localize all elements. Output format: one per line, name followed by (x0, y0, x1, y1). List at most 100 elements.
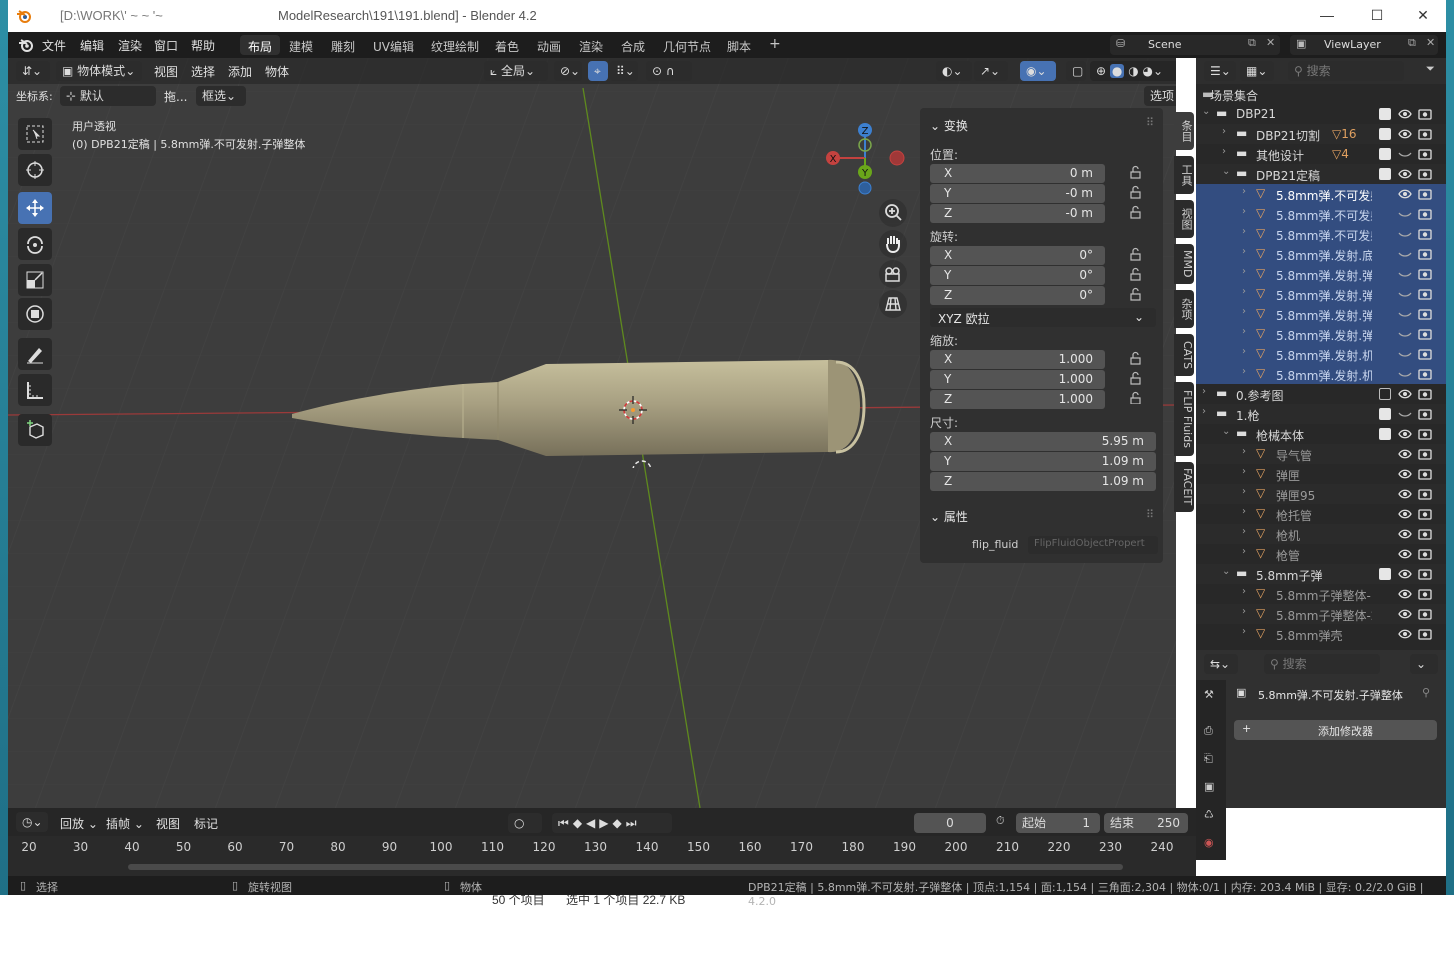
location-z-field[interactable]: Z -0 m (930, 204, 1105, 223)
tab-mmd[interactable]: MMD (1174, 244, 1194, 284)
navigation-gizmo[interactable]: Z X Y (820, 118, 910, 198)
render-camera-icon[interactable] (1418, 147, 1432, 161)
outliner-object-row[interactable]: › ▽ 5.8mm子弹整体-2 (1196, 604, 1446, 624)
expand-arrow-icon[interactable]: › (1242, 286, 1246, 297)
select-box-tool[interactable] (18, 118, 52, 150)
menu-help[interactable]: 帮助 (191, 37, 215, 54)
marker-menu[interactable]: 标记 (194, 815, 218, 832)
current-frame-field[interactable]: 0 (914, 813, 986, 833)
exclude-checkbox[interactable] (1379, 108, 1391, 120)
tab-modeling[interactable]: 建模 (281, 35, 321, 55)
coord-system-selector[interactable]: ⊹ 默认 (60, 86, 156, 106)
render-camera-icon[interactable] (1418, 287, 1432, 301)
view-menu[interactable]: 视图 (156, 815, 180, 832)
properties-options-button[interactable]: ⌄ (1410, 654, 1438, 674)
remove-view-layer-icon[interactable]: ✕ (1426, 36, 1435, 49)
location-x-field[interactable]: X0 m (930, 164, 1105, 183)
scale-y-field[interactable]: Y 1.000 (930, 370, 1105, 389)
pivot-point-selector[interactable]: ⊘⌄ (554, 61, 582, 81)
outliner-object-row[interactable]: › ▽ 5.8mm弹.发射.底火 (1196, 244, 1446, 264)
exclude-checkbox[interactable] (1379, 408, 1391, 420)
eye-closed-icon[interactable] (1398, 207, 1412, 221)
expand-arrow-icon[interactable]: › (1242, 186, 1246, 197)
outliner-object-row[interactable]: › ▽ 5.8mm弹.发射.弹壳. (1196, 264, 1446, 284)
tab-tool[interactable]: 工具 (1174, 156, 1194, 194)
render-camera-icon[interactable] (1418, 107, 1432, 121)
tab-compositing[interactable]: 合成 (613, 35, 653, 55)
tab-flip-fluids[interactable]: FLIP Fluids (1174, 382, 1194, 456)
ortho-toggle-button[interactable] (879, 290, 907, 318)
material-shading-icon[interactable]: ◑ (1128, 64, 1138, 78)
end-frame-field[interactable]: 结束 250 (1104, 813, 1188, 833)
eye-icon[interactable] (1398, 167, 1412, 181)
xray-toggle[interactable]: ▢ (1066, 61, 1086, 81)
scale-z-field[interactable]: Z 1.000 (930, 390, 1105, 409)
render-camera-icon[interactable] (1418, 327, 1432, 341)
outliner-object-row[interactable]: › ▽ 枪机 (1196, 524, 1446, 544)
expand-arrow-icon[interactable]: › (1242, 506, 1246, 517)
scene-tab-icon[interactable]: ♺ (1204, 808, 1214, 821)
expand-arrow-icon[interactable]: › (1242, 486, 1246, 497)
outliner-search-input[interactable]: ⚲ 搜索 (1288, 61, 1404, 81)
menu-window[interactable]: 窗口 (154, 37, 178, 54)
auto-keying-toggle[interactable]: ○ ⌄ (508, 813, 542, 850)
expand-arrow-icon[interactable]: › (1242, 546, 1246, 557)
snap-toggle[interactable]: ⌖ (588, 61, 608, 81)
eye-icon[interactable] (1398, 547, 1412, 561)
render-camera-icon[interactable] (1418, 167, 1432, 181)
close-window-button[interactable]: ✕ (1400, 4, 1446, 28)
render-camera-icon[interactable] (1418, 427, 1432, 441)
rotation-y-field[interactable]: Y 0° (930, 266, 1105, 285)
jump-start-icon[interactable]: ⏮ (558, 816, 573, 830)
rendered-shading-icon[interactable]: ◕ (1143, 64, 1153, 78)
maximize-button[interactable]: ☐ (1354, 4, 1400, 28)
select-mode-selector[interactable]: 框选⌄ (196, 86, 246, 106)
remove-scene-icon[interactable]: ✕ (1266, 36, 1275, 49)
eye-closed-icon[interactable] (1398, 227, 1412, 241)
exclude-checkbox[interactable] (1379, 148, 1391, 160)
tab-sculpting[interactable]: 雕刻 (323, 35, 363, 55)
eye-closed-icon[interactable] (1398, 147, 1412, 161)
add-modifier-button[interactable]: + 添加修改器 (1234, 720, 1437, 740)
outliner-object-row[interactable]: › ▽ 5.8mm弹.不可发射.引 (1196, 204, 1446, 224)
drag-label[interactable]: 拖... (164, 88, 187, 105)
render-camera-icon[interactable] (1418, 607, 1432, 621)
render-camera-icon[interactable] (1418, 187, 1432, 201)
tab-layout[interactable]: 布局 (240, 35, 281, 55)
minimize-button[interactable]: — (1304, 4, 1350, 28)
expand-arrow-icon[interactable]: ⌄ (1222, 166, 1230, 177)
outliner-object-row[interactable]: › ▽ 5.8mm弹.不可发射.引 (1196, 224, 1446, 244)
render-camera-icon[interactable] (1418, 207, 1432, 221)
play-reverse-icon[interactable]: ◀ (586, 816, 599, 830)
tab-misc[interactable]: 杂项 (1174, 290, 1194, 328)
timeline-ruler[interactable]: 20 30 40 50 60 70 80 90 100 110 120 130 140 150 160 170… (8, 836, 1196, 876)
render-camera-icon[interactable] (1418, 307, 1432, 321)
expand-arrow-icon[interactable]: › (1242, 326, 1246, 337)
shading-modes[interactable]: ⊕ ● ◑ ◕⌄ (1090, 61, 1176, 81)
new-view-layer-icon[interactable]: ⧉ (1408, 36, 1416, 50)
expand-arrow-icon[interactable]: › (1242, 306, 1246, 317)
render-camera-icon[interactable] (1418, 467, 1432, 481)
annotate-tool[interactable] (18, 338, 52, 370)
outliner-object-row[interactable]: › ▽ 5.8mm弹.发射.弹壳. (1196, 304, 1446, 324)
wireframe-shading-icon[interactable]: ⊕ (1096, 64, 1106, 78)
expand-arrow-icon[interactable]: › (1242, 266, 1246, 277)
eye-icon[interactable] (1398, 467, 1412, 481)
eye-icon[interactable] (1398, 427, 1412, 441)
property-value-field[interactable]: FlipFluidObjectPropert (1028, 536, 1158, 554)
add-workspace-button[interactable]: + (761, 35, 789, 55)
proportional-editing-toggle[interactable]: ⊙ ∩ (646, 61, 692, 81)
render-camera-icon[interactable] (1418, 347, 1432, 361)
eye-closed-icon[interactable] (1398, 407, 1412, 421)
expand-arrow-icon[interactable]: ⌄ (1222, 426, 1230, 437)
outliner-collection-row[interactable]: › ▬ 0.参考图 (1196, 384, 1446, 404)
pin-icon[interactable]: ⚲ (1422, 686, 1430, 699)
tab-item[interactable]: 条目 (1174, 112, 1194, 150)
eye-closed-icon[interactable] (1398, 367, 1412, 381)
render-camera-icon[interactable] (1418, 127, 1432, 141)
eye-icon[interactable] (1398, 627, 1412, 641)
tab-scripting[interactable]: 脚本 (719, 35, 759, 55)
view-layer-selector[interactable]: ▣ ViewLayer ⧉ ✕ (1290, 35, 1438, 55)
render-camera-icon[interactable] (1418, 407, 1432, 421)
scale-x-field[interactable]: X 1.000 (930, 350, 1105, 369)
